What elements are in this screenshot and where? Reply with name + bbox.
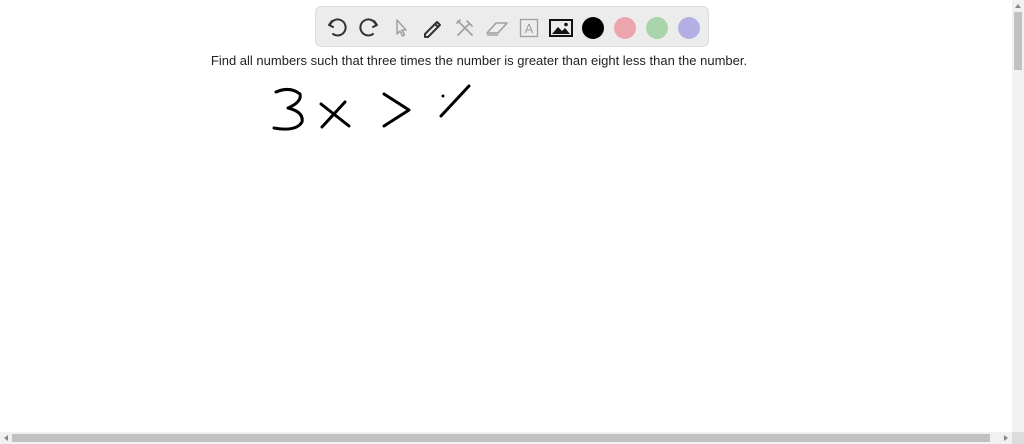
tools-button[interactable] [449, 7, 481, 48]
scrollbar-corner [1012, 432, 1024, 444]
text-button[interactable]: A [513, 7, 545, 48]
eraser-button[interactable] [481, 7, 513, 48]
vertical-scroll-thumb[interactable] [1014, 12, 1022, 70]
color-swatch [678, 16, 700, 39]
pen-icon [424, 20, 441, 38]
pen-button[interactable] [417, 7, 449, 48]
undo-button[interactable] [321, 7, 353, 48]
image-icon [549, 18, 573, 37]
color-purple[interactable] [673, 7, 705, 48]
color-swatch [614, 16, 636, 39]
vertical-scrollbar[interactable] [1012, 0, 1024, 432]
color-black[interactable] [577, 7, 609, 48]
image-button[interactable] [545, 7, 577, 48]
undo-icon [328, 18, 347, 36]
scroll-right-icon[interactable] [1000, 432, 1012, 444]
text-tool-glyph: A [525, 21, 534, 36]
color-pink[interactable] [609, 7, 641, 48]
color-green[interactable] [641, 7, 673, 48]
color-swatch [582, 16, 604, 39]
redo-icon [359, 18, 378, 36]
eraser-icon [486, 21, 508, 36]
select-button[interactable] [385, 7, 417, 48]
horizontal-scroll-thumb[interactable] [12, 434, 990, 442]
color-swatch [646, 16, 668, 39]
drawing-toolbar: A [315, 6, 709, 47]
problem-statement: Find all numbers such that three times t… [210, 53, 748, 68]
scroll-up-icon[interactable] [1012, 0, 1024, 12]
scroll-left-icon[interactable] [0, 432, 12, 444]
pointer-icon [396, 18, 407, 37]
redo-button[interactable] [353, 7, 385, 48]
text-icon: A [519, 18, 539, 37]
horizontal-scrollbar[interactable] [0, 432, 1012, 444]
tools-icon [456, 18, 473, 36]
